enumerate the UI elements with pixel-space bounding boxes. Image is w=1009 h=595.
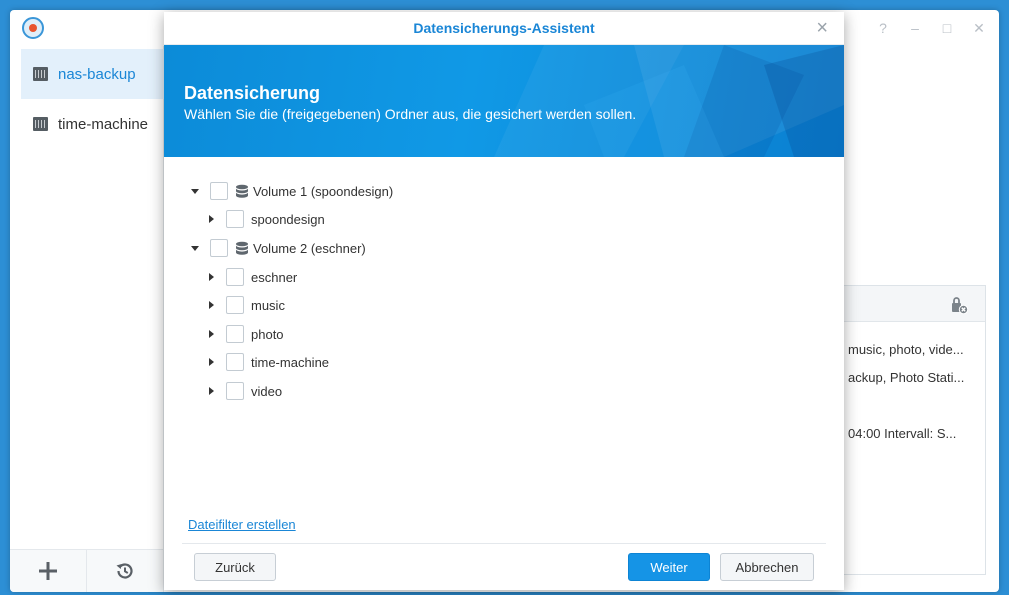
tree-row-volume-2[interactable]: Volume 2 (eschner) [189, 234, 366, 262]
wizard-banner: Datensicherung Wählen Sie die (freigegeb… [164, 45, 844, 157]
tree-label: eschner [251, 269, 298, 285]
sidebar-item-nas-backup[interactable]: nas-backup [21, 49, 164, 99]
chevron-down-icon[interactable] [189, 185, 201, 197]
restore-button[interactable] [86, 550, 163, 592]
banner-subtitle: Wählen Sie die (freigegebenen) Ordner au… [184, 106, 637, 122]
tree-label: Volume 2 (eschner) [253, 240, 366, 256]
back-button[interactable]: Zurück [194, 553, 276, 581]
task-detail-line: music, photo, vide... [848, 342, 964, 357]
app-logo-icon [22, 17, 44, 39]
tree-label: photo [251, 326, 284, 342]
folder-checkbox[interactable] [226, 210, 244, 228]
nas-icon [33, 67, 48, 81]
database-icon [236, 241, 248, 255]
tree-label: video [251, 383, 283, 399]
close-window-icon[interactable]: ✕ [973, 20, 985, 36]
tree-row-video[interactable]: video [205, 377, 282, 405]
sidebar-footer [10, 549, 164, 592]
help-icon[interactable]: ? [877, 20, 889, 36]
sidebar-item-label: nas-backup [58, 65, 136, 83]
minimize-icon[interactable]: – [909, 20, 921, 36]
chevron-right-icon[interactable] [205, 385, 217, 397]
chevron-right-icon[interactable] [205, 328, 217, 340]
chevron-right-icon[interactable] [205, 356, 217, 368]
dialog-title: Datensicherungs-Assistent [413, 20, 595, 36]
cancel-button[interactable]: Abbrechen [720, 553, 814, 581]
tree-label: music [251, 297, 285, 313]
plus-icon [39, 562, 57, 580]
backup-wizard-dialog: Datensicherungs-Assistent × Datensicheru… [164, 12, 844, 590]
window-controls: ? – □ ✕ [877, 20, 985, 36]
chevron-down-icon[interactable] [189, 242, 201, 254]
add-task-button[interactable] [10, 550, 86, 592]
close-icon[interactable]: × [816, 18, 828, 38]
chevron-right-icon[interactable] [205, 299, 217, 311]
folder-checkbox[interactable] [226, 353, 244, 371]
tree-row-photo[interactable]: photo [205, 320, 284, 348]
dialog-titlebar: Datensicherungs-Assistent × [164, 12, 844, 45]
create-file-filter-link[interactable]: Dateifilter erstellen [188, 517, 296, 532]
task-details-header [844, 286, 985, 322]
lock-remove-icon[interactable] [949, 295, 969, 318]
folder-checkbox[interactable] [226, 325, 244, 343]
tree-row-time-machine[interactable]: time-machine [205, 348, 329, 376]
tree-label: spoondesign [251, 211, 325, 227]
folder-checkbox[interactable] [226, 296, 244, 314]
tree-row-volume-1[interactable]: Volume 1 (spoondesign) [189, 177, 393, 205]
history-icon [116, 563, 133, 579]
folder-checkbox[interactable] [226, 382, 244, 400]
next-button[interactable]: Weiter [628, 553, 710, 581]
task-details-panel: music, photo, vide... ackup, Photo Stati… [844, 285, 986, 575]
folder-checkbox[interactable] [210, 239, 228, 257]
dialog-footer: Zurück Weiter Abbrechen [182, 543, 826, 590]
banner-title: Datensicherung [184, 83, 321, 103]
tree-row-spoondesign[interactable]: spoondesign [205, 205, 325, 233]
chevron-right-icon[interactable] [205, 271, 217, 283]
sidebar: nas-backup time-machine [10, 46, 164, 549]
chevron-right-icon[interactable] [205, 213, 217, 225]
sidebar-item-time-machine[interactable]: time-machine [21, 99, 164, 149]
maximize-icon[interactable]: □ [941, 20, 953, 36]
task-detail-line: ackup, Photo Stati... [848, 370, 965, 385]
folder-checkbox[interactable] [226, 268, 244, 286]
tree-row-music[interactable]: music [205, 291, 285, 319]
tree-row-eschner[interactable]: eschner [205, 263, 297, 291]
task-detail-line: 04:00 Intervall: S... [848, 426, 957, 441]
nas-icon [33, 117, 48, 131]
tree-label: time-machine [251, 354, 330, 370]
sidebar-item-label: time-machine [58, 115, 149, 133]
database-icon [236, 184, 248, 198]
folder-checkbox[interactable] [210, 182, 228, 200]
tree-label: Volume 1 (spoondesign) [253, 183, 394, 199]
